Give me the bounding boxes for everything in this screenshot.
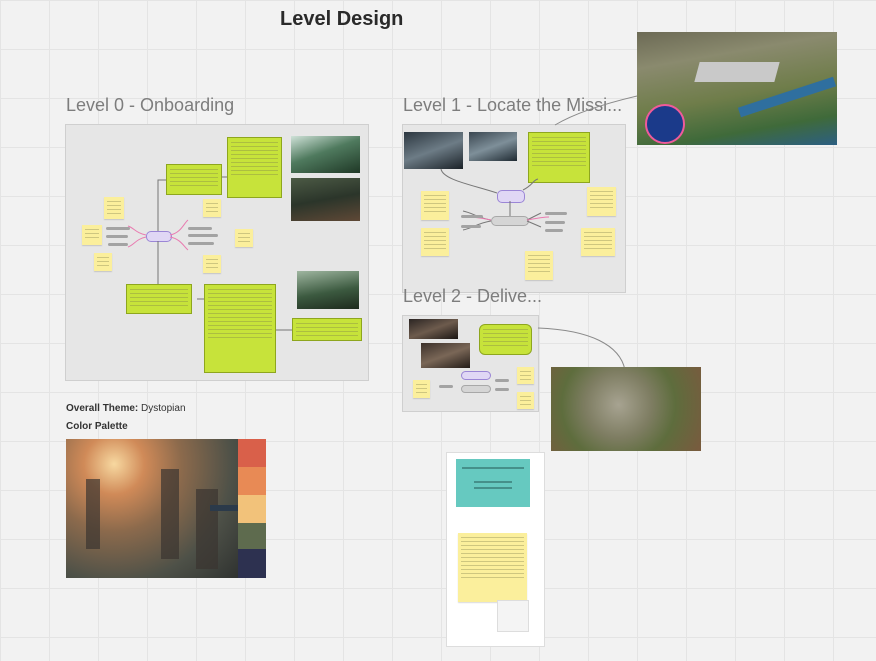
unity-connect-logo <box>645 104 685 144</box>
flow-document[interactable] <box>446 452 545 647</box>
palette-swatch[interactable] <box>238 549 266 578</box>
label-chip <box>210 505 238 511</box>
sticky-note[interactable] <box>458 533 527 602</box>
palette-swatch[interactable] <box>238 467 266 495</box>
aerial-warehouse-image[interactable] <box>637 32 837 145</box>
building-silhouette <box>86 479 100 549</box>
color-palette-label: Color Palette <box>66 421 128 432</box>
small-card[interactable] <box>497 600 529 632</box>
warehouse-roof <box>694 62 780 82</box>
palette-swatch[interactable] <box>238 439 266 467</box>
aerial-village-image[interactable] <box>551 367 701 451</box>
text-line <box>462 467 524 469</box>
palette-swatch[interactable] <box>238 495 266 523</box>
palette-swatch[interactable] <box>238 523 266 549</box>
overall-theme: Overall Theme: Dystopian <box>66 403 186 414</box>
building-silhouette <box>196 489 218 569</box>
theme-value: Dystopian <box>138 403 186 414</box>
dystopian-city-image[interactable] <box>66 439 238 578</box>
theme-label: Overall Theme: <box>66 403 139 414</box>
teal-note[interactable] <box>456 459 530 507</box>
text-line <box>474 487 512 489</box>
building-silhouette <box>161 469 179 559</box>
river <box>737 76 837 118</box>
text-line <box>474 481 512 483</box>
